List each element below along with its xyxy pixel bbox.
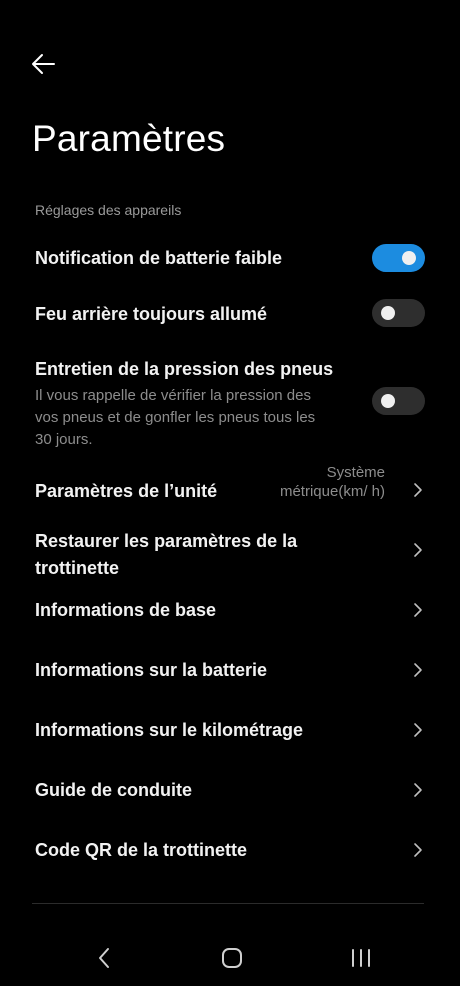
- chevron-right-icon[interactable]: [410, 482, 426, 498]
- mileage-info-item[interactable]: Informations sur le kilométrage: [35, 720, 303, 741]
- home-icon[interactable]: [219, 945, 245, 971]
- chevron-right-icon[interactable]: [410, 542, 426, 558]
- basic-info-item[interactable]: Informations de base: [35, 600, 216, 621]
- arrow-left-icon: [32, 54, 55, 74]
- rear-light-always-on-label: Feu arrière toujours allumé: [35, 304, 268, 324]
- riding-guide-item[interactable]: Guide de conduite: [35, 780, 192, 801]
- unit-settings-value: Système métrique(km/ h): [279, 464, 385, 500]
- rear-light-always-on-toggle[interactable]: [372, 299, 425, 327]
- recents-icon[interactable]: [349, 945, 373, 971]
- tire-pressure-maintenance-toggle[interactable]: [372, 387, 425, 415]
- chevron-right-icon[interactable]: [410, 722, 426, 738]
- restore-scooter-settings-item[interactable]: Restaurer les paramètres de la trottinet…: [35, 528, 335, 582]
- toggle-knob: [381, 394, 395, 408]
- toggle-knob: [381, 306, 395, 320]
- page-title: Paramètres: [32, 118, 226, 159]
- section-label: Réglages des appareils: [35, 202, 182, 218]
- unit-settings-label[interactable]: Paramètres de l’unité: [35, 481, 217, 502]
- tire-pressure-maintenance-label: Entretien de la pression des pneus: [35, 359, 334, 379]
- scooter-qr-code-item[interactable]: Code QR de la trottinette: [35, 840, 247, 861]
- low-battery-notification-label: Notification de batterie faible: [35, 248, 283, 268]
- tire-pressure-maintenance-description: Il vous rappelle de vérifier la pression…: [35, 387, 316, 448]
- chevron-right-icon[interactable]: [410, 662, 426, 678]
- back-button[interactable]: [28, 48, 60, 80]
- divider: [32, 903, 424, 904]
- toggle-knob: [402, 251, 416, 265]
- chevron-right-icon[interactable]: [410, 782, 426, 798]
- low-battery-notification-toggle[interactable]: [372, 244, 425, 272]
- chevron-right-icon[interactable]: [410, 842, 426, 858]
- battery-info-item[interactable]: Informations sur la batterie: [35, 660, 267, 681]
- back-chevron-icon[interactable]: [94, 945, 114, 971]
- chevron-right-icon[interactable]: [410, 602, 426, 618]
